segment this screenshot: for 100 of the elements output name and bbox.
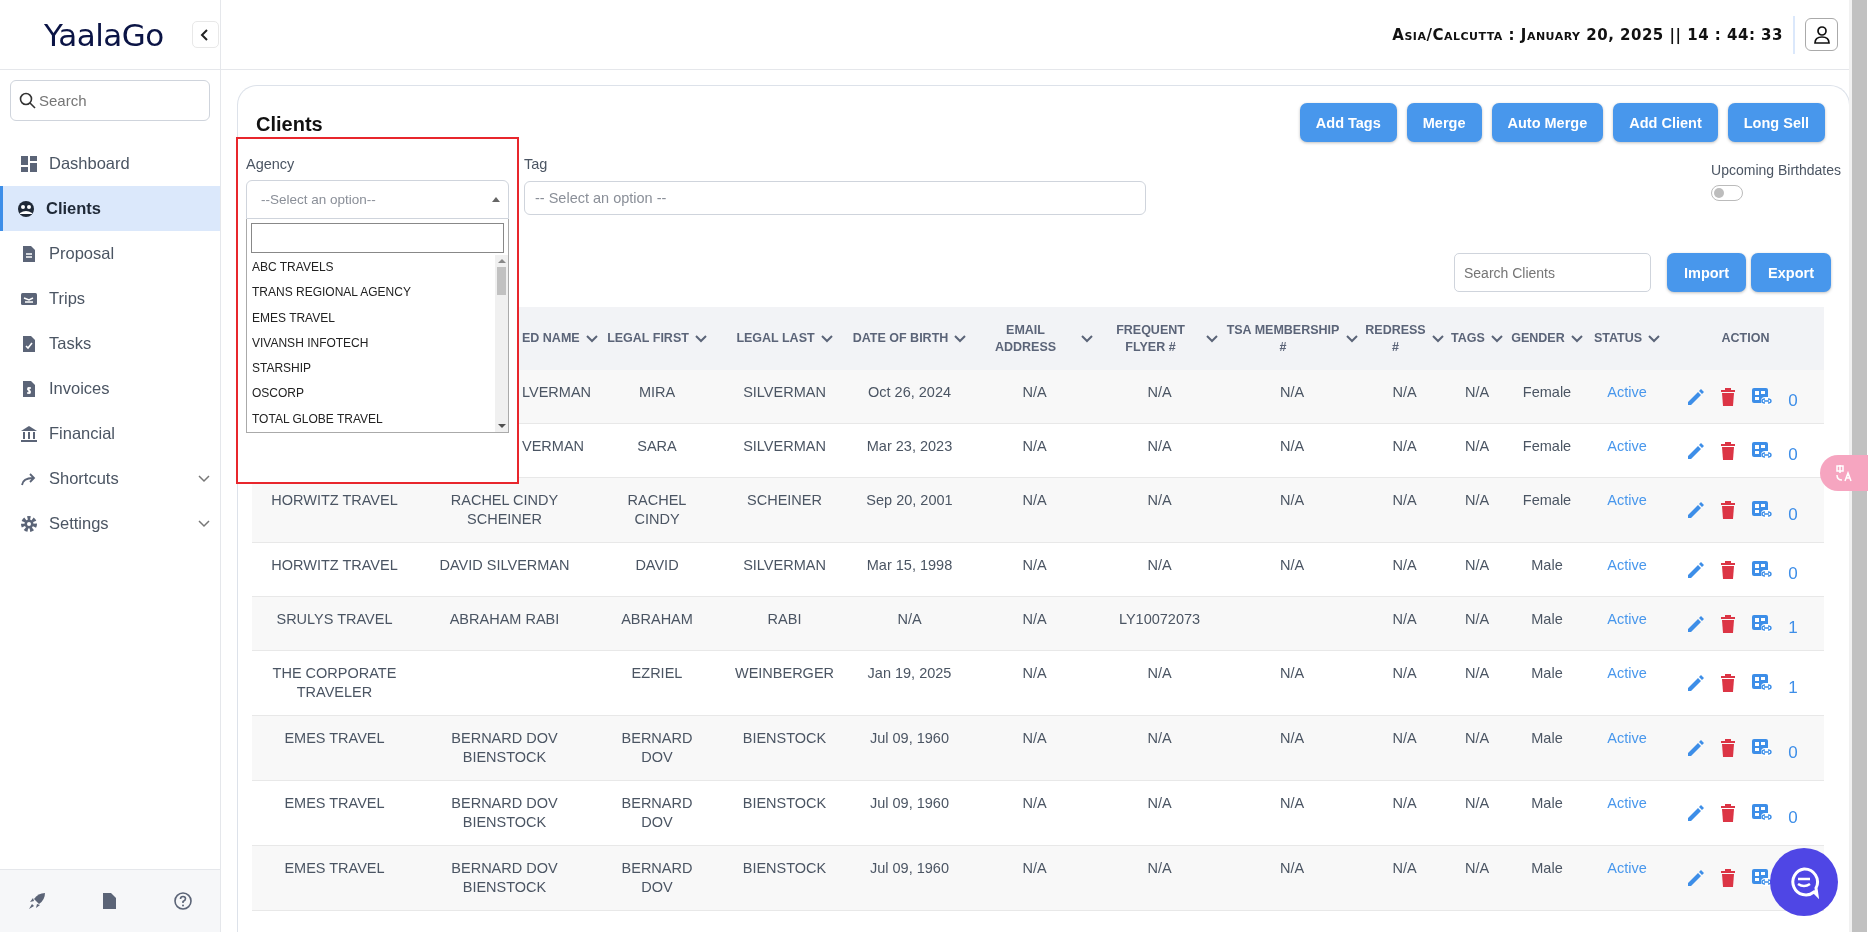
action-button[interactable]: Add Client [1613,103,1718,142]
column-header[interactable]: LEGAL LAST [736,330,833,347]
action-button[interactable]: Auto Merge [1491,103,1604,142]
column-header[interactable]: STATUS [1593,330,1661,347]
linked-card-icon[interactable] [1751,613,1773,634]
dropdown-option[interactable]: TOTAL GLOBE TRAVEL [251,406,495,433]
status-link[interactable]: Active [1607,437,1647,464]
delete-icon[interactable] [1720,614,1736,633]
nav-item[interactable]: Invoices [0,366,220,411]
nav-item[interactable]: Proposal [0,231,220,276]
link-count[interactable]: 0 [1788,556,1798,583]
search-field[interactable]: Search [10,80,210,121]
linked-card-icon[interactable] [1751,386,1773,407]
dropdown-option[interactable]: TRANS REGIONAL AGENCY [251,280,495,306]
action-button[interactable]: Long Sell [1727,103,1825,142]
chevron-down-icon[interactable] [1346,334,1358,343]
document-icon[interactable] [102,892,118,910]
help-icon[interactable] [173,892,192,910]
status-link[interactable]: Active [1607,664,1647,702]
edit-icon[interactable] [1687,614,1705,633]
status-link[interactable]: Active [1607,491,1647,529]
link-count[interactable]: 1 [1788,610,1798,637]
table-button[interactable]: Export [1751,253,1831,292]
action-button[interactable]: Add Tags [1299,103,1397,142]
status-link[interactable]: Active [1607,794,1647,832]
column-header[interactable]: REDRESS # [1365,321,1444,356]
search-clients-field[interactable]: Search Clients [1453,253,1651,292]
scrollbar[interactable] [1849,0,1867,932]
column-header[interactable]: FREQUENT FLYER # [1101,321,1218,356]
linked-card-icon[interactable] [1751,738,1773,758]
dropdown-option[interactable]: VIVANSH INFOTECH [251,330,495,357]
delete-icon[interactable] [1720,501,1736,519]
link-count[interactable]: 1 [1788,669,1798,697]
chevron-down-icon[interactable] [1570,334,1583,343]
delete-icon[interactable] [1720,387,1736,406]
delete-icon[interactable] [1720,739,1736,757]
nav-item[interactable]: Shortcuts [0,456,220,501]
chevron-down-icon[interactable] [820,334,833,343]
link-count[interactable]: 0 [1788,437,1798,464]
rocket-icon[interactable] [28,892,47,910]
status-link[interactable]: Active [1607,610,1647,637]
linked-card-icon[interactable] [1751,440,1773,461]
column-header[interactable]: EMAIL ADDRESS [976,321,1093,356]
nav-item[interactable]: Settings [0,501,220,546]
column-header[interactable]: DATE OF BIRTH [852,330,967,347]
edit-icon[interactable] [1687,501,1705,519]
agency-select[interactable]: --Select an option-- [246,180,509,219]
chevron-down-icon[interactable] [1648,334,1661,343]
dropdown-search-field[interactable] [251,223,504,253]
status-link[interactable]: Active [1607,859,1647,897]
chevron-down-icon[interactable] [1206,334,1218,343]
user-button[interactable] [1805,18,1838,51]
linked-card-icon[interactable] [1751,673,1773,693]
chevron-down-icon[interactable] [1490,334,1503,343]
chevron-down-icon[interactable] [585,334,598,343]
nav-item[interactable]: Tasks [0,321,220,366]
status-link[interactable]: Active [1607,556,1647,583]
edit-icon[interactable] [1687,441,1705,460]
edit-icon[interactable] [1687,387,1705,406]
column-header[interactable]: TAGS [1451,330,1503,347]
edit-icon[interactable] [1687,804,1705,822]
link-count[interactable]: 0 [1788,734,1798,762]
action-button[interactable]: Merge [1406,103,1482,142]
dropdown-option[interactable]: OSCORP [251,381,495,407]
column-header[interactable]: GENDER [1511,330,1583,347]
linked-card-icon[interactable] [1751,803,1773,823]
link-count[interactable]: 0 [1788,496,1798,524]
dropdown-option[interactable]: STARSHIP [251,356,495,382]
status-link[interactable]: Active [1607,383,1647,410]
dropdown-option[interactable]: EMES TRAVEL [251,305,495,331]
linked-card-icon[interactable] [1751,500,1773,520]
link-count[interactable]: 0 [1788,799,1798,827]
chevron-down-icon[interactable] [1081,334,1093,343]
nav-item[interactable]: Trips [0,276,220,321]
delete-icon[interactable] [1720,869,1736,887]
delete-icon[interactable] [1720,441,1736,460]
column-header[interactable]: LEGAL FIRST [607,330,707,347]
collapse-button[interactable] [191,21,219,48]
nav-item[interactable]: Dashboard [0,141,220,186]
chevron-down-icon[interactable] [1431,334,1444,343]
status-link[interactable]: Active [1607,729,1647,767]
delete-icon[interactable] [1720,804,1736,822]
birthdates-toggle[interactable] [1711,185,1744,201]
scrollbar[interactable] [495,255,508,433]
dropdown-option[interactable]: ABC TRAVELS [251,255,495,281]
edit-icon[interactable] [1687,674,1705,692]
chevron-down-icon[interactable] [694,334,707,343]
linked-card-icon[interactable] [1751,868,1773,888]
link-count[interactable]: 0 [1788,383,1798,410]
linked-card-icon[interactable] [1751,559,1773,580]
nav-item[interactable]: Financial [0,411,220,456]
chevron-down-icon[interactable] [954,334,967,343]
table-button[interactable]: Import [1666,253,1747,292]
edit-icon[interactable] [1687,869,1705,887]
column-header[interactable]: TSA MEMBERSHIP # [1226,321,1358,356]
delete-icon[interactable] [1720,674,1736,692]
delete-icon[interactable] [1720,560,1736,579]
column-header[interactable]: ED NAME [522,330,598,347]
tag-select[interactable]: -- Select an option -- [524,181,1146,215]
edit-icon[interactable] [1687,739,1705,757]
